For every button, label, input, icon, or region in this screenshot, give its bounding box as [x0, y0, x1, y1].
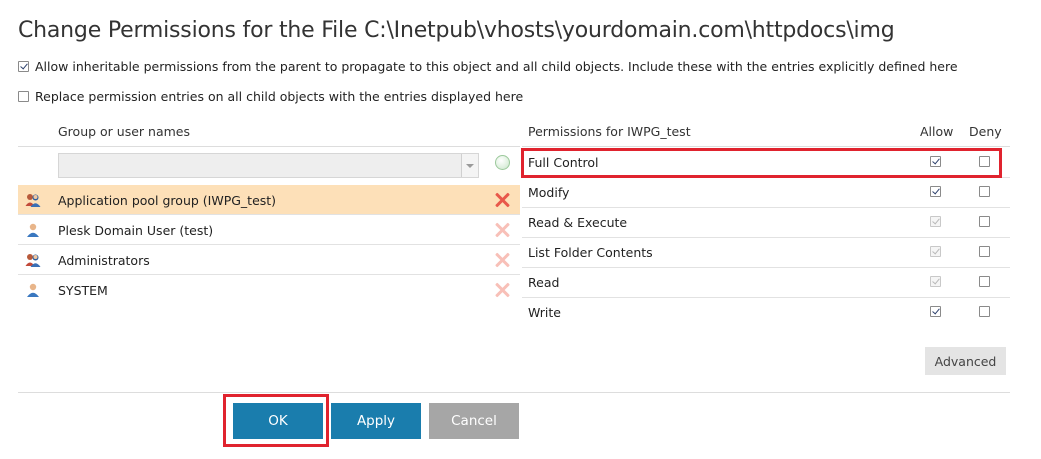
permission-name: Modify	[528, 185, 570, 200]
replace-child-entries-label: Replace permission entries on all child …	[35, 89, 524, 104]
group-name: SYSTEM	[58, 283, 108, 298]
group-icon	[25, 254, 41, 267]
footer-divider	[18, 392, 1010, 393]
permission-name: List Folder Contents	[528, 245, 653, 260]
permission-row-read: Read	[522, 268, 1010, 298]
user-icon	[27, 223, 39, 237]
group-row-plesk-user[interactable]: Plesk Domain User (test)	[18, 215, 520, 245]
deny-checkbox[interactable]	[979, 156, 990, 167]
allow-checkbox[interactable]	[930, 216, 941, 227]
apply-button[interactable]: Apply	[331, 403, 421, 439]
user-select-combo[interactable]	[58, 153, 479, 178]
group-header-divider	[18, 146, 520, 147]
group-row-iwpg[interactable]: Application pool group (IWPG_test)	[18, 185, 520, 215]
inherit-permissions-checkbox[interactable]	[18, 61, 29, 72]
deny-checkbox[interactable]	[979, 216, 990, 227]
permission-row-modify: Modify	[522, 178, 1010, 208]
replace-child-entries-option[interactable]: Replace permission entries on all child …	[18, 89, 523, 104]
group-row-system[interactable]: SYSTEM	[18, 275, 520, 305]
permission-row-full-control: Full Control	[522, 148, 1010, 178]
allow-checkbox[interactable]	[930, 156, 941, 167]
deny-checkbox[interactable]	[979, 186, 990, 197]
allow-checkbox[interactable]	[930, 246, 941, 257]
permission-row-write: Write	[522, 298, 1010, 328]
allow-checkbox[interactable]	[930, 186, 941, 197]
chevron-down-icon[interactable]	[461, 154, 478, 177]
allow-column-header: Allow	[920, 124, 954, 139]
permission-name: Read	[528, 275, 560, 290]
permission-row-list-folder-contents: List Folder Contents	[522, 238, 1010, 268]
group-icon	[25, 194, 41, 207]
allow-checkbox[interactable]	[930, 306, 941, 317]
deny-checkbox[interactable]	[979, 276, 990, 287]
group-names-header: Group or user names	[58, 124, 190, 139]
group-name: Plesk Domain User (test)	[58, 223, 214, 238]
inherit-permissions-label: Allow inheritable permissions from the p…	[35, 59, 958, 74]
permissions-header: Permissions for IWPG_test	[528, 124, 691, 139]
deny-checkbox[interactable]	[979, 306, 990, 317]
dialog-title: Change Permissions for the File C:\Inetp…	[18, 18, 895, 43]
permissions-header-divider	[522, 146, 1010, 147]
cancel-button[interactable]: Cancel	[429, 403, 519, 439]
ok-button[interactable]: OK	[233, 403, 323, 439]
inherit-permissions-option[interactable]: Allow inheritable permissions from the p…	[18, 59, 958, 74]
add-user-icon[interactable]	[495, 155, 510, 170]
permission-row-read-execute: Read & Execute	[522, 208, 1010, 238]
permission-name: Write	[528, 305, 562, 320]
permission-name: Read & Execute	[528, 215, 628, 230]
remove-icon[interactable]	[494, 222, 510, 238]
permission-name: Full Control	[528, 155, 599, 170]
group-name: Application pool group (IWPG_test)	[58, 193, 277, 208]
group-row-administrators[interactable]: Administrators	[18, 245, 520, 275]
remove-icon[interactable]	[494, 282, 510, 298]
deny-checkbox[interactable]	[979, 246, 990, 257]
deny-column-header: Deny	[969, 124, 1002, 139]
remove-icon[interactable]	[494, 252, 510, 268]
allow-checkbox[interactable]	[930, 276, 941, 287]
advanced-button[interactable]: Advanced	[925, 347, 1006, 375]
remove-icon[interactable]	[494, 192, 510, 208]
user-icon	[27, 283, 39, 297]
replace-child-entries-checkbox[interactable]	[18, 91, 29, 102]
group-name: Administrators	[58, 253, 150, 268]
